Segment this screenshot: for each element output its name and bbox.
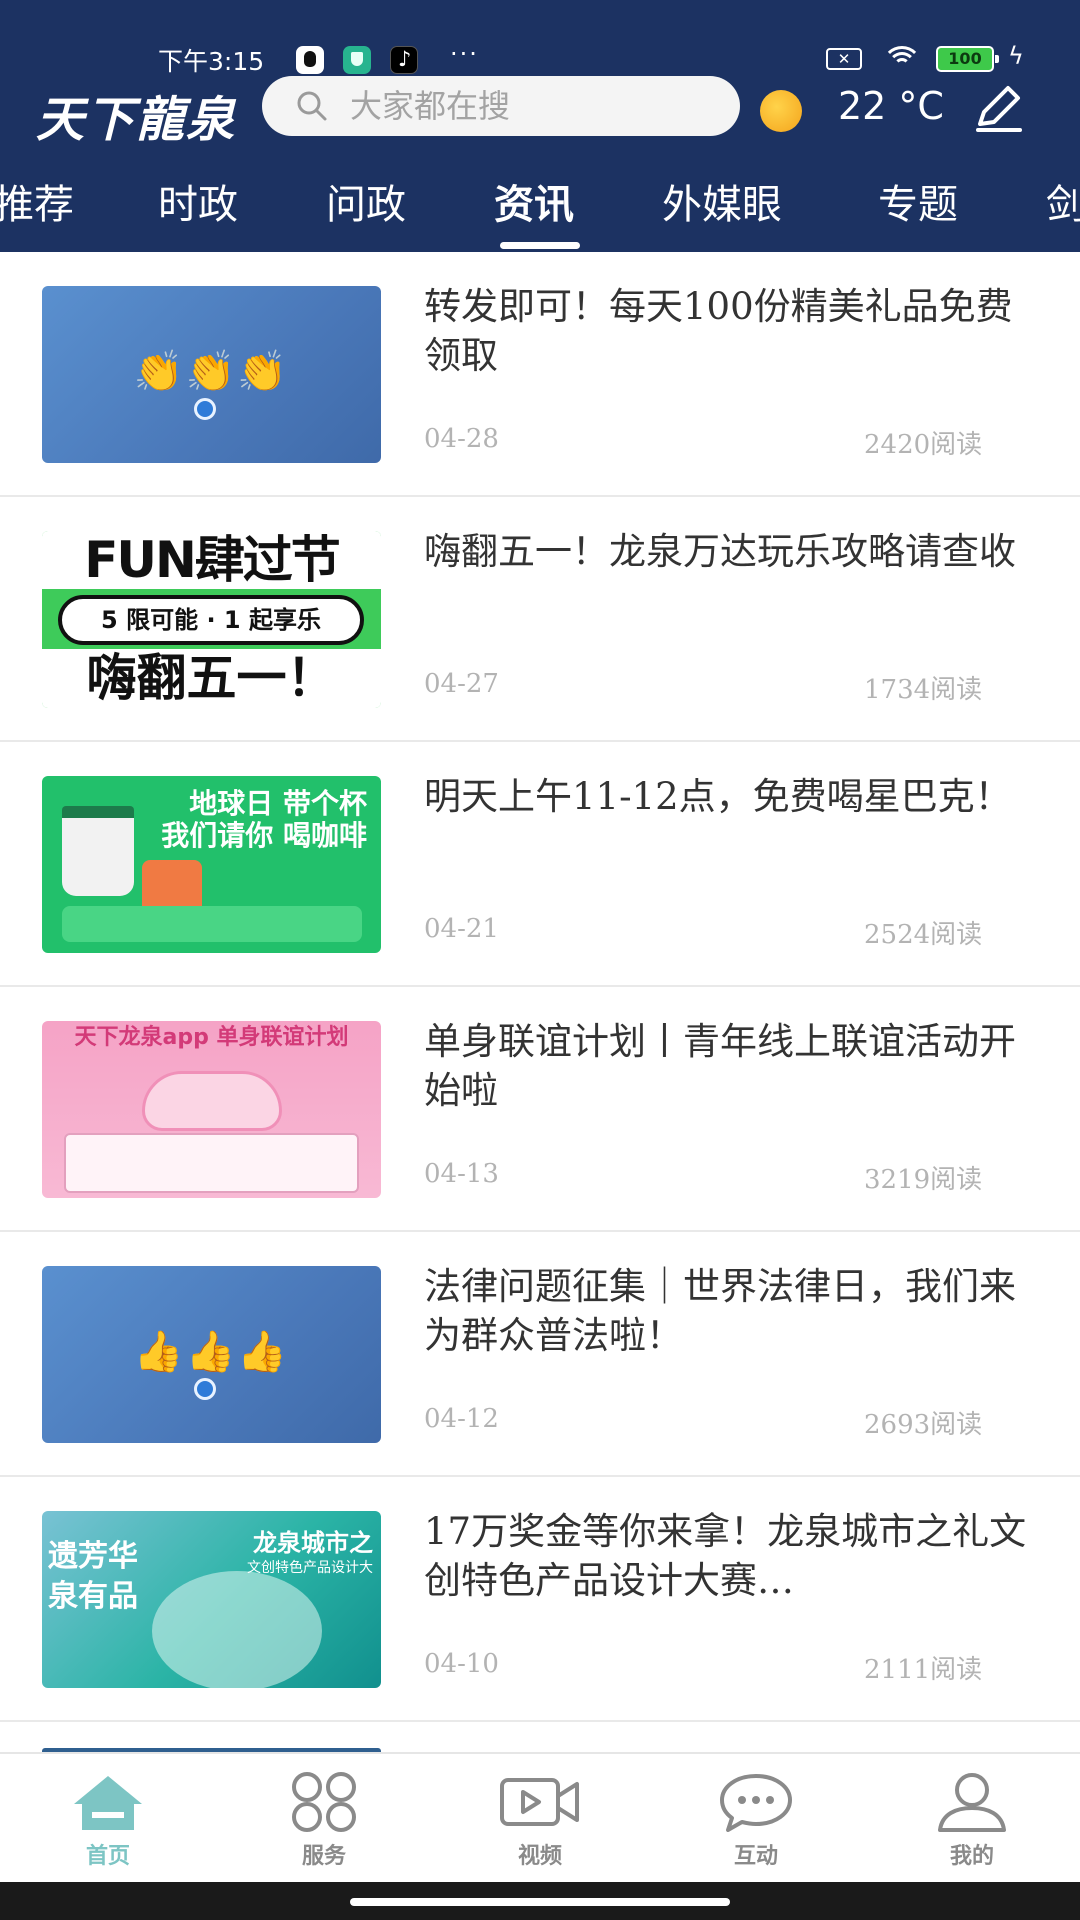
thumbnail-text: 文创特色产品设计大 [247, 1560, 373, 1576]
news-thumbnail[interactable]: 天下龙泉app 单身联谊计划 [42, 1021, 381, 1198]
nav-home[interactable]: 首页 [38, 1772, 178, 1882]
nav-label: 服务 [301, 1844, 346, 1869]
status-bar: 下午3:15 ··· ✕ 100 ϟ [0, 40, 1080, 80]
search-input[interactable] [350, 86, 720, 126]
news-read-count: 2524阅读 [864, 920, 983, 950]
news-read-count: 2111阅读 [864, 1655, 983, 1685]
news-title[interactable]: 单身联谊计划丨青年线上联谊活动开始啦 [424, 1017, 1044, 1115]
clap-hands-icon: 👏👏👏 [133, 349, 290, 395]
news-thumbnail[interactable]: 地球日 带个杯 我们请你 喝咖啡 [42, 776, 381, 953]
news-title[interactable]: 明天上午11-12点，免费喝星巴克！ [424, 772, 1044, 821]
more-notifications-icon: ··· [450, 40, 479, 68]
tab-active-indicator [500, 242, 580, 249]
news-date: 04-27 [424, 669, 499, 699]
nav-video[interactable]: 视频 [470, 1772, 610, 1882]
heart-illustration [142, 1071, 282, 1131]
news-title[interactable]: 法律问题征集｜世界法律日，我们来为群众普法啦！ [424, 1262, 1044, 1360]
thumbnail-decoration [152, 1571, 322, 1688]
home-indicator[interactable] [350, 1898, 730, 1906]
news-list: 👏👏👏 转发即可！每天100份精美礼品免费领取 04-28 2420阅读 FUN… [0, 252, 1080, 1752]
news-read-count: 3219阅读 [864, 1165, 983, 1195]
news-date: 04-12 [424, 1404, 499, 1434]
category-tabs: 推荐 时政 问政 资讯 外媒眼 专题 剑 [0, 172, 1080, 252]
nav-profile[interactable]: 我的 [902, 1772, 1042, 1882]
news-date: 04-21 [424, 914, 499, 944]
coffee-cup-illustration [62, 806, 134, 896]
news-thumbnail[interactable]: 👍👍👍 [42, 1266, 381, 1443]
news-item[interactable]: 遗芳华 泉有品 龙泉城市之 文创特色产品设计大 17万奖金等你来拿！龙泉城市之礼… [0, 1477, 1080, 1722]
profile-icon [938, 1773, 1006, 1832]
nav-interact[interactable]: 互动 [686, 1772, 826, 1882]
tab-recommend[interactable]: 推荐 [0, 172, 74, 230]
no-sim-icon: ✕ [826, 48, 862, 70]
qq-notification-icon [296, 46, 324, 74]
tab-topics[interactable]: 专题 [878, 172, 958, 230]
charging-icon: ϟ [1008, 42, 1024, 70]
app-badge-icon [194, 398, 216, 420]
thumbnail-text: 嗨翻五一！ [42, 649, 381, 708]
news-read-count: 2420阅读 [864, 430, 983, 460]
news-thumbnail[interactable]: 👏👏👏 [42, 286, 381, 463]
search-icon [297, 91, 327, 121]
tab-foreign-media[interactable]: 外媒眼 [662, 172, 782, 230]
pencil-icon[interactable] [970, 80, 1026, 136]
sun-icon[interactable] [760, 90, 802, 132]
video-icon [500, 1778, 579, 1826]
news-thumbnail[interactable]: 遗芳华 泉有品 龙泉城市之 文创特色产品设计大 [42, 1511, 381, 1688]
news-read-count: 2693阅读 [864, 1410, 983, 1440]
grid-icon [292, 1772, 356, 1832]
news-date: 04-13 [424, 1159, 499, 1189]
news-item[interactable]: 👏👏👏 转发即可！每天100份精美礼品免费领取 04-28 2420阅读 [0, 252, 1080, 497]
news-item[interactable]: 地球日 带个杯 我们请你 喝咖啡 明天上午11-12点，免费喝星巴克！ 04-2… [0, 742, 1080, 987]
battery-icon: 100 [936, 46, 999, 72]
thumbnail-card [64, 1133, 359, 1193]
thumbnail-text: 遗芳华 泉有品 [48, 1539, 138, 1614]
news-date: 04-28 [424, 424, 499, 454]
security-app-notification-icon [343, 46, 371, 74]
tab-sword[interactable]: 剑 [1046, 172, 1080, 230]
news-read-count: 1734阅读 [864, 675, 983, 705]
home-icon [74, 1776, 142, 1830]
nav-label: 我的 [949, 1844, 994, 1869]
news-item[interactable]: 👍👍👍 法律问题征集｜世界法律日，我们来为群众普法啦！ 04-12 2693阅读 [0, 1232, 1080, 1477]
nav-label: 视频 [517, 1844, 562, 1869]
tab-news[interactable]: 资讯 [494, 172, 574, 230]
thumbnail-text: 5 限可能 · 1 起享乐 [58, 595, 364, 645]
thumbnail-text: FUN肆过节 [42, 531, 381, 589]
thumbnail-text: 地球日 带个杯 我们请你 喝咖啡 [161, 787, 367, 852]
thumbs-up-icon: 👍👍👍 [133, 1329, 290, 1375]
app-logo: 天下龍泉 [36, 92, 237, 148]
bottom-navigation: 首页 服务 视频 互动 我的 [0, 1752, 1080, 1882]
weather-temperature[interactable]: 22 °C [838, 84, 944, 128]
tab-inquiry[interactable]: 问政 [326, 172, 406, 230]
news-date: 04-10 [424, 1649, 499, 1679]
chat-icon [720, 1774, 792, 1832]
news-title[interactable]: 转发即可！每天100份精美礼品免费领取 [424, 282, 1044, 380]
nav-label: 首页 [85, 1844, 130, 1869]
thumbnail-text: 天下龙泉app 单身联谊计划 [74, 1025, 349, 1050]
search-bar[interactable] [262, 76, 740, 136]
wifi-icon [880, 44, 924, 74]
news-title[interactable]: 嗨翻五一！龙泉万达玩乐攻略请查收 [424, 527, 1044, 576]
system-navigation-bar [0, 1882, 1080, 1920]
news-thumbnail[interactable]: FUN肆过节 5 限可能 · 1 起享乐 嗨翻五一！ [42, 531, 381, 708]
tab-politics[interactable]: 时政 [158, 172, 238, 230]
nav-label: 互动 [733, 1844, 778, 1869]
news-item[interactable]: FUN肆过节 5 限可能 · 1 起享乐 嗨翻五一！ 嗨翻五一！龙泉万达玩乐攻略… [0, 497, 1080, 742]
news-title[interactable]: 17万奖金等你来拿！龙泉城市之礼文创特色产品设计大赛… [424, 1507, 1044, 1605]
tiktok-notification-icon [390, 46, 418, 74]
thumbnail-text: 龙泉城市之 [253, 1529, 373, 1557]
nav-services[interactable]: 服务 [254, 1772, 394, 1882]
news-item[interactable]: 天下龙泉app 单身联谊计划 单身联谊计划丨青年线上联谊活动开始啦 04-13 … [0, 987, 1080, 1232]
app-header: 下午3:15 ··· ✕ 100 ϟ 天下龍泉 22 °C 推荐 时政 问政 资… [0, 0, 1080, 252]
thumbnail-banner [62, 906, 362, 942]
status-time: 下午3:15 [158, 47, 265, 76]
app-badge-icon [194, 1378, 216, 1400]
